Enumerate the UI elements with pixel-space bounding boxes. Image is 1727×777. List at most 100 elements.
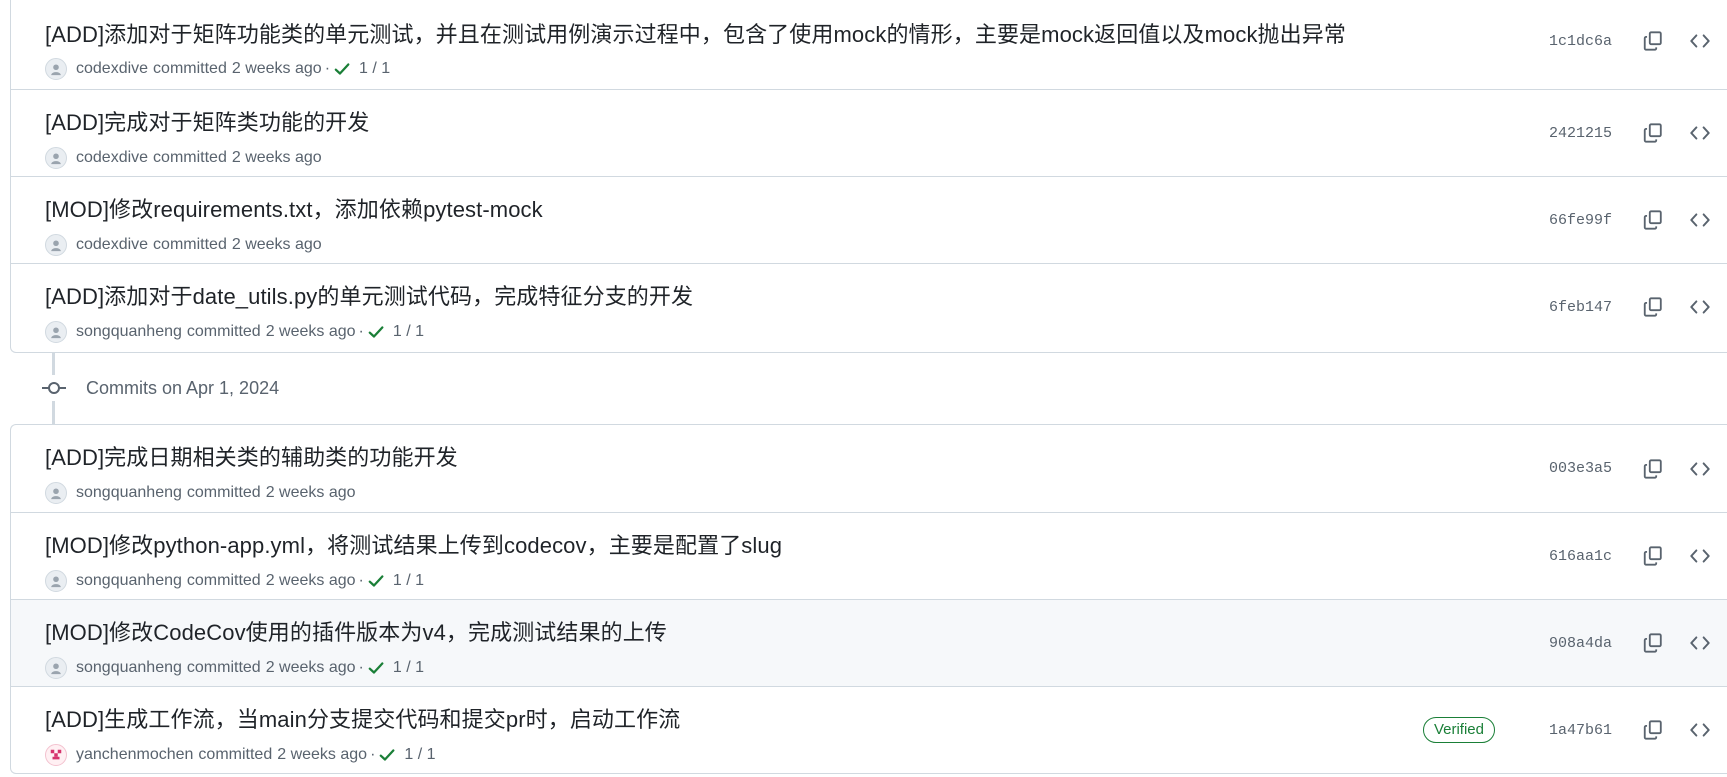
- commit-author-link[interactable]: songquanheng: [76, 659, 182, 677]
- code-icon: [1690, 549, 1710, 563]
- commit-sha-link[interactable]: 1c1dc6a: [1549, 0, 1612, 89]
- copy-icon: [1643, 546, 1662, 566]
- copy-sha-button[interactable]: [1638, 90, 1668, 176]
- commit-relative-time: 2 weeks ago: [231, 236, 322, 253]
- copy-icon: [1643, 720, 1662, 740]
- default-avatar-icon: [51, 153, 61, 165]
- copy-icon: [1643, 633, 1662, 653]
- commit-author-link[interactable]: codexdive: [76, 149, 148, 167]
- commit-author-link[interactable]: codexdive: [76, 60, 148, 78]
- copy-sha-button[interactable]: [1638, 177, 1668, 263]
- commit-sha-link[interactable]: 616aa1c: [1549, 513, 1612, 599]
- copy-icon: [1643, 210, 1662, 230]
- commit-sha-link[interactable]: 6feb147: [1549, 264, 1612, 350]
- copy-sha-button[interactable]: [1638, 264, 1668, 350]
- copy-icon: [1643, 458, 1662, 479]
- copy-icon: [1643, 297, 1662, 317]
- checks-count[interactable]: 1 / 1: [359, 60, 390, 78]
- checks-passed-icon[interactable]: [333, 60, 351, 78]
- code-icon: [1690, 636, 1710, 650]
- commit-relative-time: 2 weeks ago: [265, 659, 356, 676]
- commit-sha-link[interactable]: 66fe99f: [1549, 177, 1612, 263]
- meta-separator: ·: [358, 572, 364, 589]
- copy-sha-button[interactable]: [1638, 513, 1668, 599]
- commit-row: [MOD]修改CodeCov使用的插件版本为v4，完成测试结果的上传 songq…: [11, 599, 1727, 686]
- commit-sha-link[interactable]: 2421215: [1549, 90, 1612, 176]
- code-icon: [1690, 213, 1710, 227]
- browse-repo-at-commit-button[interactable]: [1685, 600, 1715, 686]
- commit-author-link[interactable]: songquanheng: [76, 572, 182, 590]
- checks-count[interactable]: 1 / 1: [393, 659, 424, 677]
- committed-label: committed: [153, 236, 227, 253]
- commit-title-link[interactable]: [ADD]添加对于矩阵功能类的单元测试，并且在测试用例演示过程中，包含了使用mo…: [45, 17, 1346, 49]
- verified-badge[interactable]: Verified: [1422, 687, 1495, 773]
- commit-author-link[interactable]: codexdive: [76, 236, 148, 254]
- default-avatar-icon: [51, 327, 61, 339]
- browse-repo-at-commit-button[interactable]: [1685, 513, 1715, 599]
- commit-relative-time: 2 weeks ago: [231, 149, 322, 166]
- verified-label: Verified: [1422, 717, 1495, 743]
- author-avatar[interactable]: [45, 321, 67, 343]
- checks-passed-icon[interactable]: [378, 746, 396, 764]
- meta-separator: ·: [358, 323, 364, 340]
- commit-title-link[interactable]: [ADD]完成日期相关类的辅助类的功能开发: [45, 440, 458, 472]
- commit-meta: songquanheng committed 2 weeks ago · 1 /…: [45, 320, 424, 344]
- commit-title-link[interactable]: [MOD]修改python-app.yml，将测试结果上传到codecov，主要…: [45, 528, 782, 560]
- author-avatar[interactable]: [45, 657, 67, 679]
- committed-label: committed: [186, 659, 261, 676]
- copy-sha-button[interactable]: [1638, 600, 1668, 686]
- default-avatar-icon: [51, 576, 61, 588]
- commit-title-link[interactable]: [ADD]添加对于date_utils.py的单元测试代码，完成特征分支的开发: [45, 279, 693, 311]
- committed-label: committed: [186, 484, 261, 501]
- commit-meta: songquanheng committed 2 weeks ago: [45, 481, 359, 505]
- commit-row: [ADD]完成对于矩阵类功能的开发 codexdive committed 2 …: [11, 89, 1727, 176]
- commit-sha-link[interactable]: 003e3a5: [1549, 425, 1612, 512]
- commit-meta: codexdive committed 2 weeks ago: [45, 146, 325, 170]
- author-avatar[interactable]: [45, 58, 67, 80]
- browse-repo-at-commit-button[interactable]: [1685, 177, 1715, 263]
- checks-count[interactable]: 1 / 1: [393, 323, 424, 341]
- copy-sha-button[interactable]: [1638, 425, 1668, 512]
- browse-repo-at-commit-button[interactable]: [1685, 0, 1715, 89]
- checks-count[interactable]: 1 / 1: [393, 572, 424, 590]
- default-avatar-icon: [51, 663, 61, 675]
- author-avatar[interactable]: [45, 234, 67, 256]
- checks-count[interactable]: 1 / 1: [404, 746, 435, 764]
- commit-author-link[interactable]: yanchenmochen: [76, 746, 193, 764]
- checks-passed-icon[interactable]: [367, 323, 385, 341]
- commit-author-link[interactable]: songquanheng: [76, 484, 182, 502]
- commit-row: [ADD]添加对于矩阵功能类的单元测试，并且在测试用例演示过程中，包含了使用mo…: [11, 0, 1727, 89]
- default-avatar-icon: [51, 240, 61, 252]
- commit-row: [ADD]生成工作流，当main分支提交代码和提交pr时，启动工作流 yanch…: [11, 686, 1727, 773]
- commit-date-heading: Commits on Apr 1, 2024: [42, 376, 279, 400]
- checks-passed-icon[interactable]: [367, 572, 385, 590]
- default-avatar-icon: [51, 64, 61, 76]
- copy-sha-button[interactable]: [1638, 0, 1668, 89]
- commit-title-link[interactable]: [ADD]完成对于矩阵类功能的开发: [45, 105, 369, 137]
- commit-row: [ADD]完成日期相关类的辅助类的功能开发 songquanheng commi…: [11, 425, 1727, 512]
- committed-label: committed: [186, 572, 261, 589]
- committed-label: committed: [198, 746, 273, 763]
- commit-title-link[interactable]: [ADD]生成工作流，当main分支提交代码和提交pr时，启动工作流: [45, 702, 680, 734]
- commit-title-link[interactable]: [MOD]修改CodeCov使用的插件版本为v4，完成测试结果的上传: [45, 615, 667, 647]
- browse-repo-at-commit-button[interactable]: [1685, 425, 1715, 512]
- commit-author-link[interactable]: songquanheng: [76, 323, 182, 341]
- browse-repo-at-commit-button[interactable]: [1685, 687, 1715, 773]
- commit-group: [ADD]完成日期相关类的辅助类的功能开发 songquanheng commi…: [10, 424, 1727, 774]
- browse-repo-at-commit-button[interactable]: [1685, 90, 1715, 176]
- commit-sha-link[interactable]: 1a47b61: [1549, 687, 1612, 773]
- commit-sha-link[interactable]: 908a4da: [1549, 600, 1612, 686]
- copy-sha-button[interactable]: [1638, 687, 1668, 773]
- meta-separator: ·: [370, 746, 376, 763]
- author-avatar[interactable]: [45, 147, 67, 169]
- checks-passed-icon[interactable]: [367, 659, 385, 677]
- commit-row: [MOD]修改python-app.yml，将测试结果上传到codecov，主要…: [11, 512, 1727, 599]
- author-avatar[interactable]: [45, 744, 67, 766]
- author-avatar[interactable]: [45, 482, 67, 504]
- browse-repo-at-commit-button[interactable]: [1685, 264, 1715, 350]
- commit-row: [ADD]添加对于date_utils.py的单元测试代码，完成特征分支的开发 …: [11, 263, 1727, 350]
- meta-separator: ·: [358, 659, 364, 676]
- commit-title-link[interactable]: [MOD]修改requirements.txt，添加依赖pytest-mock: [45, 192, 543, 224]
- copy-icon: [1643, 123, 1662, 143]
- author-avatar[interactable]: [45, 570, 67, 592]
